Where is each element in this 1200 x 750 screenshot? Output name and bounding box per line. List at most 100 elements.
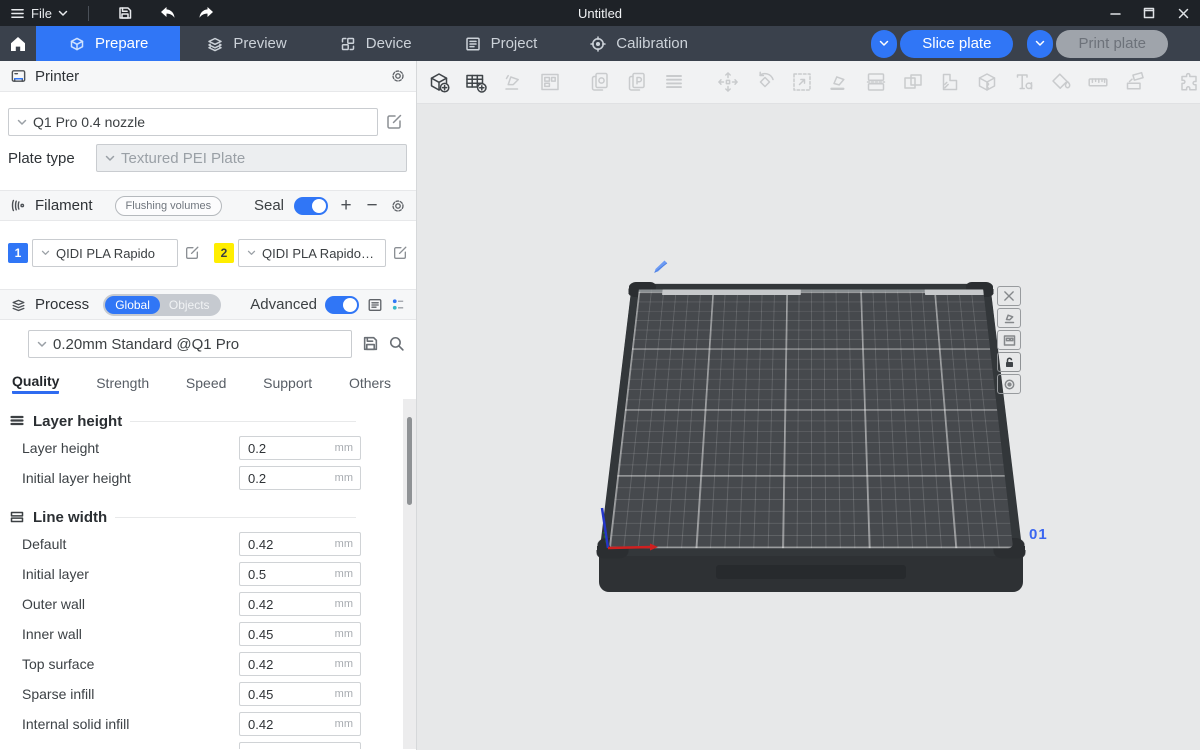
paste-button[interactable]	[625, 70, 649, 95]
edit-printer-button[interactable]	[385, 113, 403, 131]
seal-toggle[interactable]	[294, 197, 328, 215]
slice-plate-button[interactable]: Slice plate	[900, 30, 1013, 58]
save-button[interactable]	[117, 5, 133, 21]
printer-settings-button[interactable]	[390, 68, 406, 84]
edit-filament-1-button[interactable]	[184, 245, 200, 261]
filament-2-swatch[interactable]: 2	[214, 243, 234, 263]
tab-prepare[interactable]: Prepare	[36, 26, 180, 61]
settings-scrollbar[interactable]	[403, 399, 416, 749]
assembly-view-button[interactable]	[1177, 70, 1200, 95]
process-icon	[10, 297, 27, 313]
home-button[interactable]	[0, 26, 36, 61]
filament-2-select[interactable]: QIDI PLA Rapido M...	[238, 239, 386, 267]
setting-input[interactable]: 0.45mm	[239, 682, 361, 706]
setting-row-partial	[0, 739, 416, 749]
setting-input[interactable]: 0.2mm	[239, 436, 361, 460]
mesh-boolean-button[interactable]	[975, 70, 999, 95]
scope-objects[interactable]: Objects	[160, 298, 219, 312]
setting-row: Initial layer height 0.2mm	[0, 463, 416, 493]
scrollbar-thumb[interactable]	[407, 417, 412, 505]
lock-plate-button[interactable]	[997, 352, 1021, 372]
tab-speed[interactable]: Speed	[186, 375, 226, 393]
cut-button[interactable]	[864, 70, 888, 95]
copy-button[interactable]	[588, 70, 612, 95]
tab-project[interactable]: Project	[438, 26, 564, 61]
setting-input[interactable]: 0.42mm	[239, 592, 361, 616]
plate-settings-button[interactable]	[997, 374, 1021, 394]
plate-rename-icon[interactable]	[651, 258, 669, 274]
arrange-button[interactable]	[538, 70, 562, 95]
parameter-list-button[interactable]	[367, 297, 383, 313]
color-paint-button[interactable]	[1049, 70, 1073, 95]
chevron-down-icon	[58, 10, 68, 17]
plate-rear-strip	[925, 289, 984, 295]
redo-button[interactable]	[197, 6, 215, 21]
layer-height-icon	[9, 414, 25, 428]
remove-filament-button[interactable]: −	[364, 198, 380, 214]
lay-on-face-button[interactable]	[827, 70, 851, 95]
advanced-toggle[interactable]	[325, 296, 359, 314]
advanced-label: Advanced	[250, 296, 317, 313]
gear-icon	[390, 68, 406, 84]
tab-calibration[interactable]: Calibration	[563, 26, 714, 61]
orient-plate-button[interactable]	[997, 308, 1021, 328]
setting-input[interactable]: 0.45mm	[239, 622, 361, 646]
close-button[interactable]	[1166, 0, 1200, 26]
printer-preset-select[interactable]: Q1 Pro 0.4 nozzle	[8, 108, 378, 136]
slice-options-button[interactable]	[871, 30, 897, 58]
setting-row: Sparse infill 0.45mm	[0, 679, 416, 709]
setting-input[interactable]: 0.42mm	[239, 532, 361, 556]
setting-input[interactable]: 0.2mm	[239, 466, 361, 490]
process-body: 0.20mm Standard @Q1 Pro	[0, 320, 416, 368]
setting-input[interactable]: 0.5mm	[239, 562, 361, 586]
filament-1-swatch[interactable]: 1	[8, 243, 28, 263]
file-menu[interactable]: File	[10, 6, 68, 21]
split-to-parts-button[interactable]	[938, 70, 962, 95]
home-icon	[9, 36, 27, 52]
undo-button[interactable]	[159, 6, 177, 21]
print-options-button[interactable]	[1027, 30, 1053, 58]
seam-paint-button[interactable]	[1123, 70, 1147, 95]
process-preset-select[interactable]: 0.20mm Standard @Q1 Pro	[28, 330, 352, 358]
setting-input[interactable]: 0.42mm	[239, 652, 361, 676]
scale-button[interactable]	[790, 70, 814, 95]
text-tool-button[interactable]	[1012, 70, 1036, 95]
plate-type-select[interactable]: Textured PEI Plate	[96, 144, 407, 172]
flushing-volumes-button[interactable]: Flushing volumes	[115, 196, 223, 216]
tab-quality[interactable]: Quality	[12, 373, 59, 394]
tab-strength[interactable]: Strength	[96, 375, 149, 393]
objects-tree-button[interactable]	[391, 297, 406, 312]
tab-device[interactable]: Device	[313, 26, 438, 61]
variable-layers-button[interactable]	[662, 70, 686, 95]
minimize-button[interactable]	[1098, 0, 1132, 26]
setting-row: Internal solid infill 0.42mm	[0, 709, 416, 739]
rotate-button[interactable]	[753, 70, 777, 95]
setting-input[interactable]: 0.42mm	[239, 712, 361, 736]
measure-button[interactable]	[1086, 70, 1110, 95]
split-to-objects-button[interactable]	[901, 70, 925, 95]
delete-plate-button[interactable]	[997, 286, 1021, 306]
viewport-toolbar	[417, 61, 1200, 104]
tab-support[interactable]: Support	[263, 375, 312, 393]
move-button[interactable]	[716, 70, 740, 95]
tab-others[interactable]: Others	[349, 375, 391, 393]
filament-1-value: QIDI PLA Rapido	[56, 246, 155, 261]
auto-orient-button[interactable]	[501, 70, 525, 95]
edit-filament-2-button[interactable]	[392, 245, 408, 261]
add-object-button[interactable]	[427, 70, 451, 95]
filament-settings-button[interactable]	[390, 198, 406, 214]
maximize-button[interactable]	[1132, 0, 1166, 26]
add-filament-button[interactable]: +	[338, 198, 354, 214]
process-scope-switch[interactable]: Global Objects	[103, 294, 220, 316]
filament-1-select[interactable]: QIDI PLA Rapido	[32, 239, 178, 267]
arrange-plate-button[interactable]	[997, 330, 1021, 350]
tab-preview[interactable]: Preview	[180, 26, 312, 61]
scope-global[interactable]: Global	[105, 296, 160, 314]
add-plate-button[interactable]	[464, 70, 488, 95]
setting-input[interactable]	[239, 742, 361, 749]
line-width-icon	[9, 510, 25, 524]
save-preset-button[interactable]	[362, 335, 379, 352]
print-plate-button[interactable]: Print plate	[1056, 30, 1168, 58]
viewport-3d[interactable]: 01	[417, 104, 1200, 750]
search-settings-button[interactable]	[388, 335, 405, 352]
